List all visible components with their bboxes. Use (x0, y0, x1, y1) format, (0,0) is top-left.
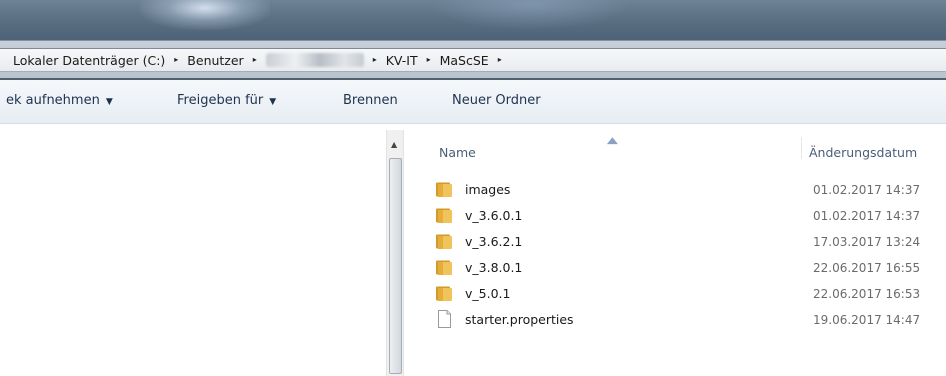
include-in-library-button[interactable]: ek aufnehmen ▼ (6, 93, 113, 108)
folder-icon (436, 182, 452, 197)
address-bar: Lokaler Datenträger (C:) ▸ Benutzer ▸ ▸ … (0, 40, 946, 80)
file-date: 19.06.2017 14:47 (813, 313, 921, 327)
window-titlebar (0, 0, 946, 40)
column-divider[interactable] (801, 137, 802, 159)
breadcrumb-benutzer[interactable]: Benutzer (187, 53, 243, 68)
folder-icon (436, 234, 452, 249)
list-item-folder[interactable]: v_3.6.2.1 17.03.2017 13:24 (435, 231, 946, 253)
navigation-scrollbar[interactable]: ▲ (386, 130, 404, 376)
file-name: images (465, 182, 511, 197)
breadcrumb-separator-icon[interactable]: ▸ (373, 55, 377, 64)
file-date: 22.06.2017 16:55 (813, 261, 921, 275)
folder-icon (436, 208, 452, 223)
navigation-pane[interactable] (0, 125, 386, 376)
file-date: 22.06.2017 16:53 (813, 287, 921, 301)
list-item-folder[interactable]: v_3.8.0.1 22.06.2017 16:55 (435, 257, 946, 279)
titlebar-glow-secondary (430, 0, 630, 30)
file-name: v_3.6.2.1 (465, 234, 523, 249)
file-name: starter.properties (465, 312, 574, 327)
breadcrumb-separator-icon[interactable]: ▸ (498, 55, 502, 64)
file-icon (438, 310, 451, 328)
scrollbar-thumb[interactable] (389, 158, 402, 374)
chevron-down-icon: ▼ (105, 97, 113, 107)
breadcrumb-mascse[interactable]: MaScSE (440, 53, 489, 68)
sort-ascending-icon: ▲ (606, 136, 618, 146)
breadcrumb-redacted-user[interactable] (265, 53, 364, 67)
burn-label: Brennen (343, 93, 398, 108)
burn-button[interactable]: Brennen (343, 93, 398, 108)
file-date: 17.03.2017 13:24 (813, 235, 921, 249)
titlebar-glow (140, 0, 270, 30)
file-name: v_3.6.0.1 (465, 208, 523, 223)
column-header-date[interactable]: Änderungsdatum (809, 145, 917, 160)
file-date: 01.02.2017 14:37 (813, 209, 921, 223)
file-name: v_5.0.1 (465, 286, 511, 301)
breadcrumb-kv-it[interactable]: KV-IT (386, 53, 418, 68)
share-with-button[interactable]: Freigeben für ▼ (177, 93, 276, 108)
list-item-file[interactable]: starter.properties 19.06.2017 14:47 (435, 309, 946, 331)
file-date: 01.02.2017 14:37 (813, 183, 921, 197)
include-in-library-label: ek aufnehmen (6, 93, 100, 108)
list-item-folder[interactable]: v_5.0.1 22.06.2017 16:53 (435, 283, 946, 305)
scroll-up-arrow-icon[interactable]: ▲ (391, 140, 397, 149)
file-list: ▲ Name Änderungsdatum images 01.02.2017 … (405, 125, 946, 376)
breadcrumb-separator-icon[interactable]: ▸ (174, 55, 178, 64)
file-name: v_3.8.0.1 (465, 260, 523, 275)
breadcrumb-separator-icon[interactable]: ▸ (427, 55, 431, 64)
breadcrumb[interactable]: Lokaler Datenträger (C:) ▸ Benutzer ▸ ▸ … (0, 48, 946, 72)
list-item-folder[interactable]: images 01.02.2017 14:37 (435, 179, 946, 201)
breadcrumb-drive-c[interactable]: Lokaler Datenträger (C:) (13, 53, 165, 68)
share-with-label: Freigeben für (177, 93, 264, 108)
folder-icon (436, 260, 452, 275)
command-toolbar: ek aufnehmen ▼ Freigeben für ▼ Brennen Neu… (0, 80, 946, 124)
list-item-folder[interactable]: v_3.6.0.1 01.02.2017 14:37 (435, 205, 946, 227)
folder-icon (436, 286, 452, 301)
chevron-down-icon: ▼ (269, 97, 277, 107)
new-folder-label: Neuer Ordner (452, 93, 541, 108)
column-header-name[interactable]: Name (439, 145, 476, 160)
new-folder-button[interactable]: Neuer Ordner (452, 93, 541, 108)
breadcrumb-separator-icon[interactable]: ▸ (253, 55, 257, 64)
